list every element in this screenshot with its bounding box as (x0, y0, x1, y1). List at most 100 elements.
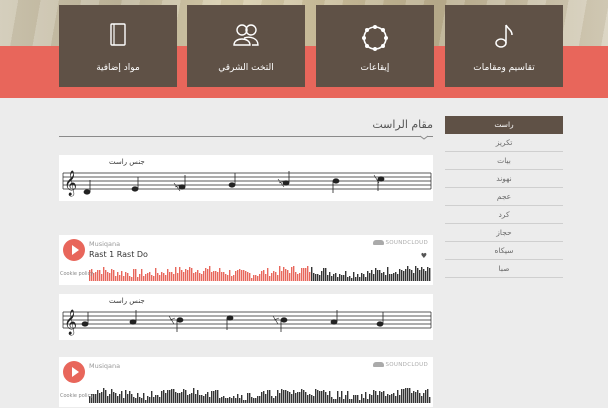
nav-tile-label: مواد إضافية (96, 63, 140, 73)
waveform-bar (175, 267, 177, 281)
soundcloud-logo[interactable]: SOUNDCLOUD (372, 362, 429, 368)
waveform-bar (287, 270, 289, 281)
waveform-bar (191, 393, 193, 403)
sidebar-item-kurd[interactable]: كرد (445, 206, 563, 224)
waveform-bar (361, 273, 363, 281)
title-divider (59, 136, 433, 137)
waveform-bar (189, 394, 191, 403)
waveform-bar (283, 267, 285, 281)
waveform-bar (291, 394, 293, 403)
waveform-bar (395, 396, 397, 403)
waveform-bar (153, 276, 155, 281)
soundcloud-wordmark: SOUNDCLOUD (385, 362, 428, 368)
waveform-bar (323, 390, 325, 403)
waveform-bar (405, 388, 407, 403)
waveform-bar (401, 270, 403, 281)
waveform-bar (125, 390, 127, 403)
waveform-bar (311, 395, 313, 403)
waveform-bar (423, 269, 425, 281)
waveform-bar (141, 269, 143, 281)
waveform-bar (195, 394, 197, 403)
waveform-bar (197, 390, 199, 403)
cookie-policy-link[interactable]: Cookie policy (60, 271, 93, 277)
waveform-bar (271, 396, 273, 403)
waveform-bar (249, 273, 251, 281)
waveform-bar (179, 267, 181, 281)
sidebar-item-rast[interactable]: راست (445, 116, 563, 134)
waveform-bar (265, 394, 267, 403)
waveform-bar (165, 275, 167, 281)
play-button[interactable] (63, 361, 85, 383)
waveform-bar (323, 268, 325, 281)
nav-tile-takht[interactable]: التخت الشرقي (187, 5, 305, 87)
waveform-bar (427, 267, 429, 281)
waveform-bar (277, 275, 279, 281)
waveform-bar (381, 392, 383, 403)
waveform-bar (353, 395, 355, 403)
waveform-bar (301, 268, 303, 281)
nav-tile-taqasim[interactable]: تقاسيم ومقامات (445, 5, 563, 87)
waveform-bar (341, 275, 343, 281)
waveform-bar (189, 267, 191, 281)
waveform-bar (173, 274, 175, 281)
nav-tile-extra-materials[interactable]: مواد إضافية (59, 5, 177, 87)
waveform-bar (335, 273, 337, 281)
waveform-bar (375, 268, 377, 281)
waveform-bar (121, 391, 123, 403)
waveform-bar (365, 392, 367, 403)
play-button[interactable] (63, 239, 85, 261)
sidebar-item-hijaz[interactable]: حجاز (445, 224, 563, 242)
sidebar-item-tikriz[interactable]: تكريز (445, 134, 563, 152)
waveform-bar (277, 390, 279, 403)
waveform-bar (219, 268, 221, 281)
nav-tile-label: تقاسيم ومقامات (473, 63, 535, 73)
waveform-bar (151, 275, 153, 281)
waveform[interactable] (59, 383, 433, 403)
waveform-bar (95, 394, 97, 403)
waveform-bar (333, 274, 335, 281)
waveform-bar (185, 390, 187, 403)
waveform-bar (241, 395, 243, 403)
waveform-bar (331, 397, 333, 403)
waveform-bar (361, 394, 363, 403)
waveform-bar (191, 268, 193, 281)
waveform-bar (403, 389, 405, 403)
waveform-bar (303, 390, 305, 403)
nav-tile-rhythms[interactable]: إيقاعات (316, 5, 434, 87)
waveform-bar (217, 390, 219, 403)
waveform-bar (99, 393, 101, 403)
waveform-bar (151, 391, 153, 403)
track-user[interactable]: Musiqana (89, 240, 120, 248)
waveform-bar (201, 274, 203, 281)
sidebar-item-nahawand[interactable]: نهوند (445, 170, 563, 188)
waveform-bar (355, 395, 357, 403)
waveform-bar (407, 388, 409, 403)
sidebar-item-saba[interactable]: صبا (445, 260, 563, 278)
waveform[interactable] (59, 261, 433, 281)
waveform-bar (335, 399, 337, 403)
waveform-bar (253, 275, 255, 281)
waveform-bar (295, 393, 297, 403)
waveform-bar (161, 272, 163, 281)
waveform-bar (227, 275, 229, 281)
waveform-bar (397, 390, 399, 403)
track-title[interactable]: Rast 1 Rast Do (89, 250, 148, 259)
cookie-policy-link[interactable]: Cookie policy (60, 393, 93, 399)
waveform-bar (155, 395, 157, 403)
waveform-bar (127, 273, 129, 281)
heart-icon[interactable]: ♥ (421, 252, 427, 260)
waveform-bar (139, 274, 141, 281)
soundcloud-logo[interactable]: SOUNDCLOUD (372, 240, 429, 246)
waveform-bar (321, 271, 323, 281)
track-user[interactable]: Musiqana (89, 362, 120, 370)
book-icon (59, 23, 177, 53)
waveform-bar (129, 391, 131, 403)
waveform-bar (281, 389, 283, 403)
sidebar-item-ajam[interactable]: عجم (445, 188, 563, 206)
waveform-bar (349, 276, 351, 281)
waveform-bar (227, 398, 229, 403)
sidebar-item-bayat[interactable]: بيات (445, 152, 563, 170)
sidebar-item-sikah[interactable]: سيكاه (445, 242, 563, 260)
waveform-bar (251, 278, 253, 281)
waveform-bar (143, 276, 145, 281)
